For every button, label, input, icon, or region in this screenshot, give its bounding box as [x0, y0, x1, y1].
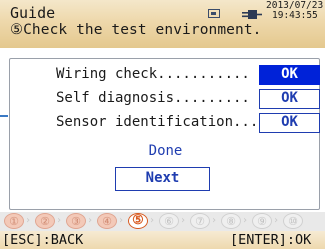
- chevron-right-icon: ›: [149, 215, 156, 226]
- step-7: ⑦: [190, 213, 210, 229]
- done-label: Done: [148, 143, 183, 159]
- step-4: ④: [97, 213, 117, 229]
- header-bar: Guide ⑤Check the test environment. 2013/…: [0, 0, 325, 48]
- ac-power-icon: [242, 10, 262, 19]
- datetime-display: 2013/07/23 19:43:55: [266, 1, 324, 21]
- chevron-right-icon: ›: [180, 215, 187, 226]
- step-progress-bar: ① › ② › ③ › ④ › ⑤ › ⑥ › ⑦ › ⑧ › ⑨ › ⑩: [0, 212, 325, 231]
- sensor-identification-ok-button[interactable]: OK: [259, 113, 320, 133]
- chevron-right-icon: ›: [273, 215, 280, 226]
- battery-icon: [208, 9, 220, 18]
- time-text: 19:43:55: [272, 10, 318, 21]
- step-1: ①: [4, 213, 24, 229]
- next-button[interactable]: Next: [115, 167, 210, 191]
- chevron-right-icon: ›: [56, 215, 63, 226]
- guide-screen: Guide ⑤Check the test environment. 2013/…: [0, 0, 325, 249]
- step-6: ⑥: [159, 213, 179, 229]
- check-panel: Wiring check........... OK Self diagnosi…: [9, 58, 320, 210]
- chevron-right-icon: ›: [87, 215, 94, 226]
- enter-ok-hint[interactable]: [ENTER]:OK: [230, 232, 311, 248]
- step-8: ⑧: [221, 213, 241, 229]
- step-9: ⑨: [252, 213, 272, 229]
- chevron-right-icon: ›: [25, 215, 32, 226]
- wiring-check-ok-button[interactable]: OK: [259, 65, 320, 85]
- step-10: ⑩: [283, 213, 303, 229]
- connector-arrow-icon: [0, 115, 8, 121]
- self-diagnosis-ok-button[interactable]: OK: [259, 89, 320, 109]
- check-label-sensor-identification: Sensor identification...: [56, 114, 259, 130]
- step-2: ②: [35, 213, 55, 229]
- check-label-wiring: Wiring check...........: [56, 66, 250, 82]
- check-label-self-diagnosis: Self diagnosis.........: [56, 90, 250, 106]
- footer-bar: [ESC]:BACK [ENTER]:OK: [0, 231, 325, 249]
- chevron-right-icon: ›: [211, 215, 218, 226]
- page-title: Guide: [10, 4, 56, 22]
- chevron-right-icon: ›: [118, 215, 125, 226]
- step-5-current: ⑤: [128, 213, 148, 229]
- step-3: ③: [66, 213, 86, 229]
- step-instruction: ⑤Check the test environment.: [10, 22, 262, 38]
- chevron-right-icon: ›: [242, 215, 249, 226]
- esc-back-hint[interactable]: [ESC]:BACK: [2, 232, 83, 248]
